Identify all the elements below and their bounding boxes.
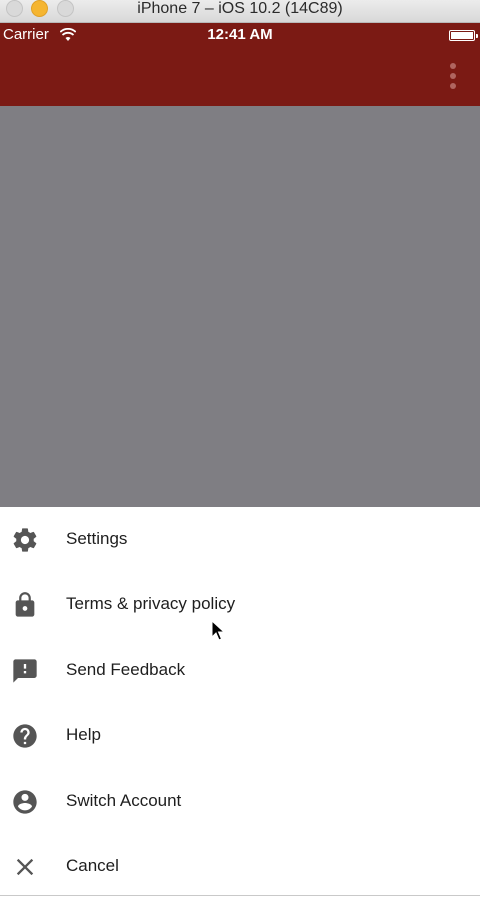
sheet-item-label: Send Feedback	[66, 660, 186, 679]
gear-icon	[13, 528, 37, 552]
lock-icon	[15, 592, 35, 617]
bottom-sheet: Settings Terms & privacy policy Send Fee…	[0, 507, 480, 896]
scrim-overlay[interactable]	[0, 106, 480, 507]
sheet-item-label: Terms & privacy policy	[66, 594, 236, 613]
close-icon	[16, 858, 34, 876]
sheet-item-terms[interactable]: Terms & privacy policy	[0, 572, 480, 637]
feedback-icon	[13, 659, 37, 683]
app-bar	[0, 49, 480, 106]
more-vert-icon[interactable]	[448, 63, 458, 93]
help-icon	[13, 724, 37, 748]
status-bar: Carrier 12:41 AM	[0, 23, 480, 49]
sheet-item-label: Cancel	[66, 856, 119, 875]
sheet-item-switch-account[interactable]: Switch Account	[0, 769, 480, 834]
sheet-item-help[interactable]: Help	[0, 703, 480, 768]
sheet-item-label: Help	[66, 725, 101, 744]
sheet-item-label: Settings	[66, 529, 128, 548]
account-icon	[13, 790, 37, 814]
sheet-item-settings[interactable]: Settings	[0, 507, 480, 572]
simulator-title: iPhone 7 – iOS 10.2 (14C89)	[137, 0, 343, 17]
sheet-item-label: Switch Account	[66, 791, 182, 810]
divider	[0, 895, 480, 896]
sheet-item-cancel[interactable]: Cancel	[0, 834, 480, 899]
simulator-titlebar: iPhone 7 – iOS 10.2 (14C89)	[0, 0, 480, 23]
sheet-item-send-feedback[interactable]: Send Feedback	[0, 638, 480, 703]
status-time: 12:41 AM	[207, 26, 273, 43]
battery-icon	[449, 30, 478, 41]
mouse-cursor-icon	[211, 620, 225, 641]
